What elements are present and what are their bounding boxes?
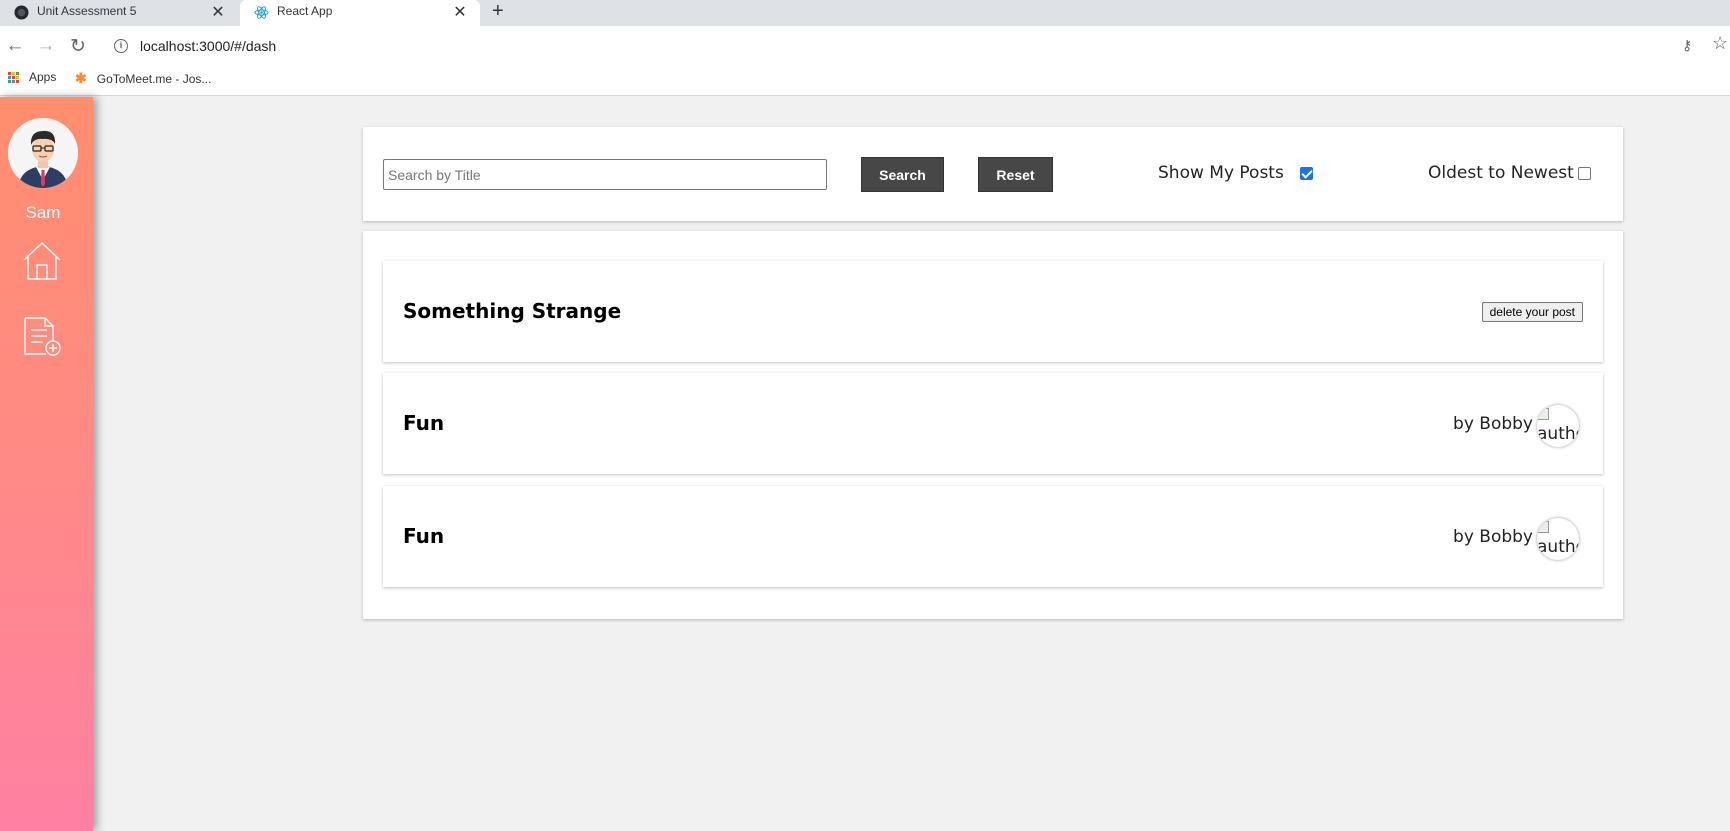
delete-post-button[interactable]: delete your post bbox=[1481, 302, 1583, 322]
browser-tab-react-app[interactable]: React App ✕ bbox=[240, 0, 480, 26]
browser-tab-bar: Unit Assessment 5 ✕ React App ✕ + bbox=[0, 0, 1730, 26]
post-title[interactable]: Fun bbox=[403, 411, 444, 435]
author-img-alt: author bbox=[1537, 424, 1579, 444]
avatar bbox=[8, 118, 78, 188]
author-avatar: author bbox=[1537, 518, 1579, 560]
post-author: by Bobby bbox=[1453, 414, 1533, 434]
post-card[interactable]: Fun by Bobby author bbox=[383, 373, 1603, 474]
post-title[interactable]: Fun bbox=[403, 524, 444, 548]
forward-icon[interactable]: → bbox=[34, 34, 58, 58]
bookmark-label: Apps bbox=[29, 70, 57, 84]
post-card[interactable]: Fun by Bobby author bbox=[383, 486, 1603, 587]
user-avatar-illustration bbox=[8, 118, 78, 188]
post-title[interactable]: Something Strange bbox=[403, 299, 621, 323]
filter-panel: Search Reset Show My Posts Oldest to New… bbox=[363, 127, 1623, 221]
oldest-to-newest-checkbox[interactable] bbox=[1578, 167, 1591, 180]
close-icon[interactable]: ✕ bbox=[210, 2, 226, 22]
post-card[interactable]: Something Strange delete your post bbox=[383, 261, 1603, 362]
show-my-posts-checkbox[interactable] bbox=[1300, 167, 1313, 180]
star-icon[interactable]: ☆ bbox=[1712, 33, 1728, 54]
tab-title: React App bbox=[277, 4, 333, 18]
posts-panel: Something Strange delete your post Fun b… bbox=[363, 231, 1623, 619]
author-avatar: author bbox=[1537, 405, 1579, 447]
bookmark-label: GoToMeet.me - Jos... bbox=[96, 71, 212, 86]
reset-button[interactable]: Reset bbox=[978, 157, 1053, 192]
bookmark-gotomeet[interactable]: ✱ GoToMeet.me - Jos... bbox=[75, 70, 211, 87]
sidebar: Sam bbox=[0, 97, 93, 831]
bookmarks-bar: Apps ✱ GoToMeet.me - Jos... bbox=[0, 66, 1730, 96]
reload-icon[interactable]: ↻ bbox=[66, 34, 90, 58]
new-tab-icon[interactable]: + bbox=[492, 0, 504, 22]
apps-grid-icon bbox=[8, 71, 19, 83]
new-post-icon[interactable] bbox=[22, 315, 64, 357]
github-icon bbox=[14, 5, 29, 20]
home-icon[interactable] bbox=[21, 240, 63, 282]
close-icon[interactable]: ✕ bbox=[452, 2, 468, 22]
gotomeeting-icon: ✱ bbox=[75, 70, 87, 86]
key-icon[interactable]: ⚷ bbox=[1682, 37, 1692, 54]
bookmark-apps[interactable]: Apps bbox=[8, 70, 56, 84]
broken-image-icon bbox=[1537, 521, 1549, 533]
react-icon bbox=[254, 6, 269, 19]
url-text[interactable]: localhost:3000/#/dash bbox=[140, 38, 276, 54]
search-input[interactable] bbox=[383, 159, 827, 190]
browser-tab-unit-assessment[interactable]: Unit Assessment 5 ✕ bbox=[0, 0, 238, 26]
user-name: Sam bbox=[25, 203, 61, 222]
address-bar: ← → ↻ i localhost:3000/#/dash ⚷ ☆ bbox=[0, 26, 1730, 66]
post-author: by Bobby bbox=[1453, 527, 1533, 547]
info-icon[interactable]: i bbox=[114, 39, 128, 53]
tab-title: Unit Assessment 5 bbox=[37, 4, 137, 18]
oldest-to-newest-label: Oldest to Newest bbox=[1428, 163, 1574, 183]
broken-image-icon bbox=[1537, 408, 1549, 420]
author-img-alt: author bbox=[1537, 537, 1579, 557]
search-button[interactable]: Search bbox=[861, 157, 944, 192]
show-my-posts-label: Show My Posts bbox=[1158, 163, 1284, 183]
back-icon[interactable]: ← bbox=[3, 34, 27, 58]
url-field[interactable]: i localhost:3000/#/dash bbox=[104, 31, 1664, 61]
